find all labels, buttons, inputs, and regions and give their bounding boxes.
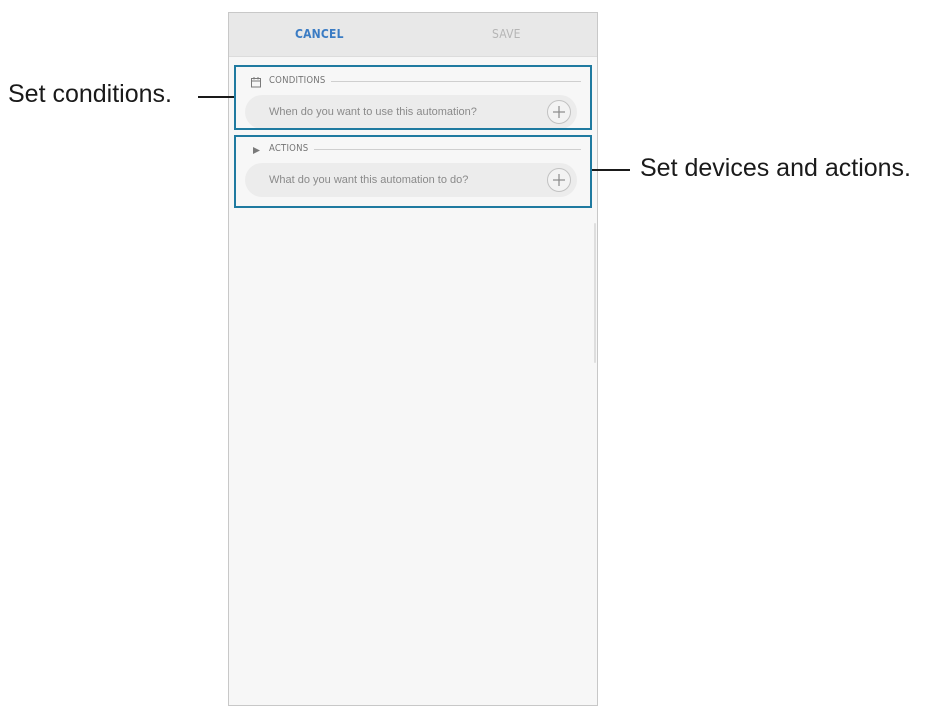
cancel-button[interactable]: CANCEL bbox=[295, 13, 344, 56]
scrollbar[interactable] bbox=[594, 223, 596, 363]
conditions-callout-box bbox=[234, 65, 592, 130]
actions-callout-box bbox=[234, 135, 592, 208]
actions-callout-text: Set devices and actions. bbox=[640, 154, 911, 182]
conditions-callout-text: Set conditions. bbox=[8, 80, 172, 108]
actions-callout-line bbox=[592, 169, 630, 171]
toolbar: CANCEL SAVE bbox=[229, 13, 597, 57]
save-button[interactable]: SAVE bbox=[492, 13, 521, 56]
conditions-callout-line bbox=[198, 96, 234, 98]
